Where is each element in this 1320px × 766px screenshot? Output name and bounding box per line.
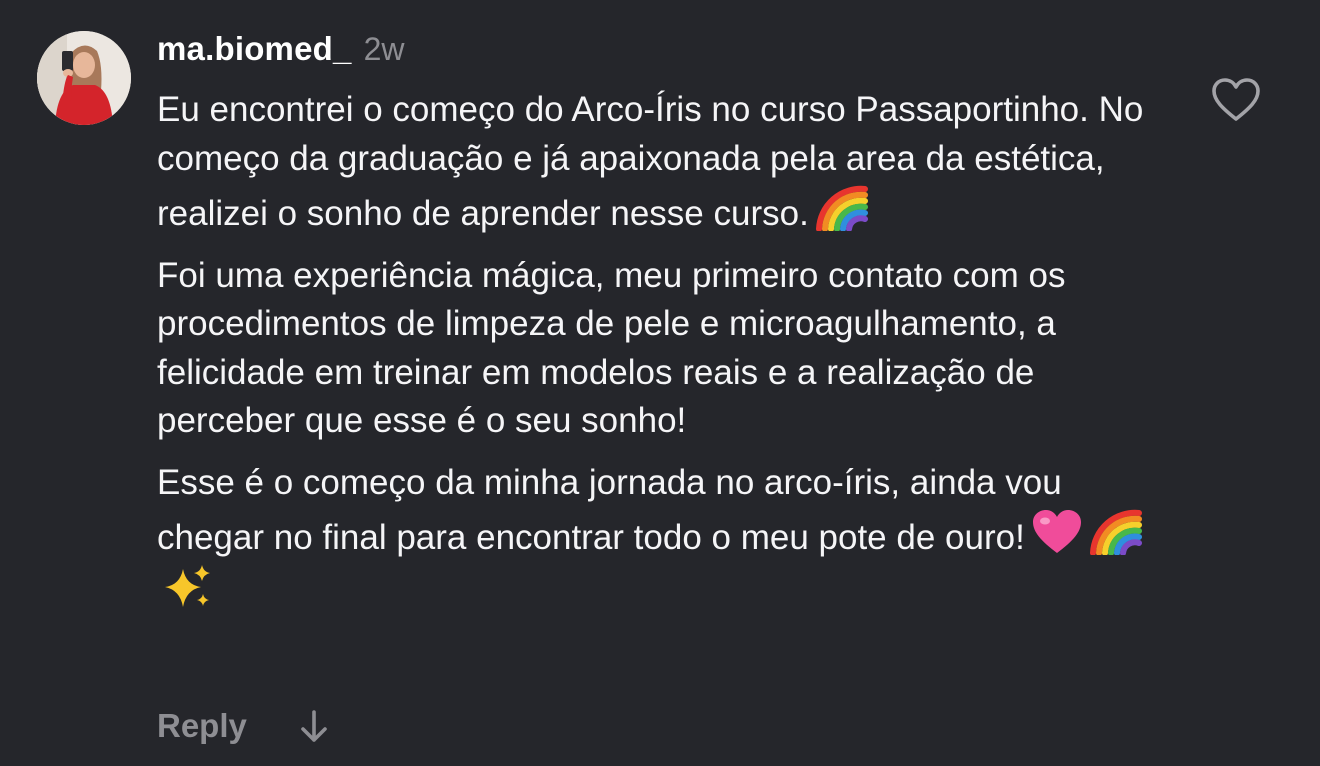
comment-paragraph-text: Esse é o começo da minha jornada no arco… xyxy=(157,462,1062,558)
username[interactable]: ma.biomed_ xyxy=(157,30,352,68)
reply-button[interactable]: Reply xyxy=(157,707,247,745)
comment-paragraph-text: Eu encontrei o começo do Arco-Íris no cu… xyxy=(157,90,1144,233)
comment-paragraph: Eu encontrei o começo do Arco-Íris no cu… xyxy=(157,86,1177,239)
user-photo-avatar-icon xyxy=(37,31,131,125)
arrow-down-icon[interactable] xyxy=(299,706,329,746)
timestamp: 2w xyxy=(363,31,405,67)
like-button[interactable] xyxy=(1211,77,1261,123)
avatar[interactable] xyxy=(37,31,131,125)
comment-paragraph-text: Foi uma experiência mágica, meu primeiro… xyxy=(157,255,1066,441)
comment-paragraph: Esse é o começo da minha jornada no arco… xyxy=(157,459,1177,619)
heart-outline-icon xyxy=(1212,78,1260,121)
pink-heart-emoji xyxy=(1031,509,1083,555)
comment-header: ma.biomed_ 2w xyxy=(157,30,404,74)
comment-body: Eu encontrei o começo do Arco-Íris no cu… xyxy=(157,86,1177,631)
comment-actions: Reply xyxy=(157,706,329,746)
comment-paragraph: Foi uma experiência mágica, meu primeiro… xyxy=(157,252,1177,446)
rainbow-emoji xyxy=(815,183,869,231)
sparkles-emoji xyxy=(163,563,213,611)
rainbow-emoji xyxy=(1089,507,1143,555)
comment-card: ma.biomed_ 2w Eu encontrei o começo do A… xyxy=(0,0,1320,766)
